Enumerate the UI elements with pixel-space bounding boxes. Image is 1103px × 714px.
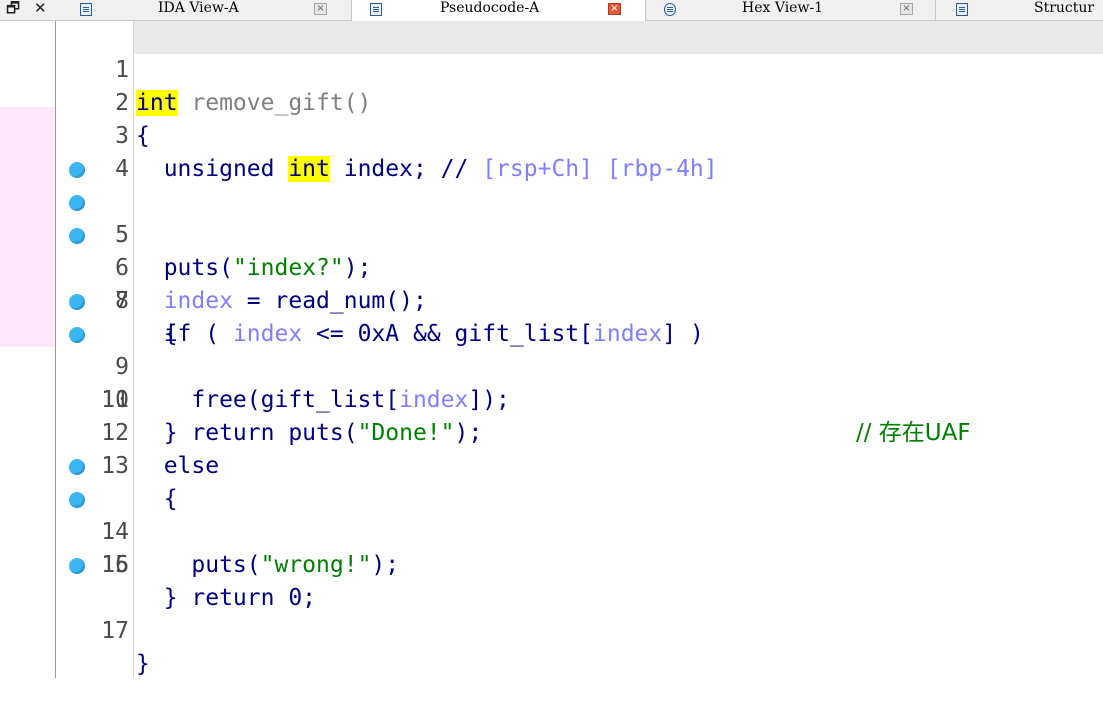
code-line[interactable]: 10 return puts("Done!"); (56, 318, 1103, 446)
code-line[interactable]: 13 { (56, 417, 1103, 512)
code-line[interactable]: 12 else (56, 384, 1103, 479)
tab-label: IDA View-A (158, 0, 239, 16)
listing-icon (80, 3, 92, 16)
code-line[interactable]: 1 int remove_gift() (56, 21, 1103, 116)
code-line[interactable]: 4 (56, 120, 1103, 182)
code-line[interactable]: 8 { (56, 252, 1103, 347)
tab-pseudocode-a[interactable]: Pseudocode-A × (352, 0, 646, 21)
code-line[interactable]: 5 puts("index?"); (56, 153, 1103, 281)
tab-structures[interactable]: Structur (936, 0, 1103, 20)
breakpoint-dot-icon[interactable] (69, 228, 85, 244)
tab-label: Structur (1034, 0, 1095, 16)
close-window-icon[interactable]: ✕ (34, 0, 47, 16)
code-line[interactable]: 2 { (56, 54, 1103, 149)
code-line[interactable]: 9 free(gift_list[index]); // 存在UAF (56, 285, 1103, 446)
breakpoint-dot-icon[interactable] (69, 162, 85, 178)
tab-hex-view-1[interactable]: Hex View-1 × (646, 0, 936, 20)
selected-region-highlight (0, 107, 55, 347)
breakpoint-dot-icon[interactable] (69, 195, 85, 211)
code-line[interactable]: 6 index = read_num(); (56, 186, 1103, 314)
code-line[interactable]: 15 return 0; (56, 483, 1103, 611)
code-text[interactable]: } (136, 582, 178, 615)
restore-window-icon[interactable]: 🗗 (6, 0, 20, 16)
breakpoint-dot-icon[interactable] (69, 558, 85, 574)
code-line[interactable]: 11 } (56, 351, 1103, 446)
line-number: 17 (101, 618, 129, 644)
close-tab-icon[interactable]: × (608, 3, 621, 15)
breakpoint-dot-icon[interactable] (69, 492, 85, 508)
close-tab-icon[interactable]: × (314, 3, 327, 15)
code-line[interactable]: 14 puts("wrong!"); (56, 450, 1103, 578)
code-line[interactable]: 7 if ( index <= 0xA && gift_list[index] … (56, 219, 1103, 347)
code-line[interactable]: 17 } (56, 549, 1103, 677)
code-line[interactable]: 3 unsigned int index; // [rsp+Ch] [rbp-4… (56, 87, 1103, 182)
tab-label: Pseudocode-A (440, 0, 540, 16)
tab-ida-view-a[interactable]: IDA View-A × (56, 0, 352, 20)
tab-bar: 🗗 ✕ IDA View-A × Pseudocode-A × Hex View… (0, 0, 1103, 21)
structures-icon (956, 3, 968, 16)
code-text[interactable]: } (136, 648, 150, 681)
close-tab-icon[interactable]: × (900, 3, 913, 15)
code-line[interactable]: 16 } (56, 516, 1103, 611)
breakpoint-dot-icon[interactable] (69, 327, 85, 343)
breakpoint-dot-icon[interactable] (69, 294, 85, 310)
pseudocode-icon (370, 3, 382, 16)
tab-label: Hex View-1 (742, 0, 824, 16)
left-dock-panel (0, 21, 56, 678)
hex-icon (664, 3, 676, 16)
pseudocode-view[interactable]: 1 int remove_gift() 2 { 3 unsigned int i… (56, 21, 1103, 678)
breakpoint-dot-icon[interactable] (69, 459, 85, 475)
